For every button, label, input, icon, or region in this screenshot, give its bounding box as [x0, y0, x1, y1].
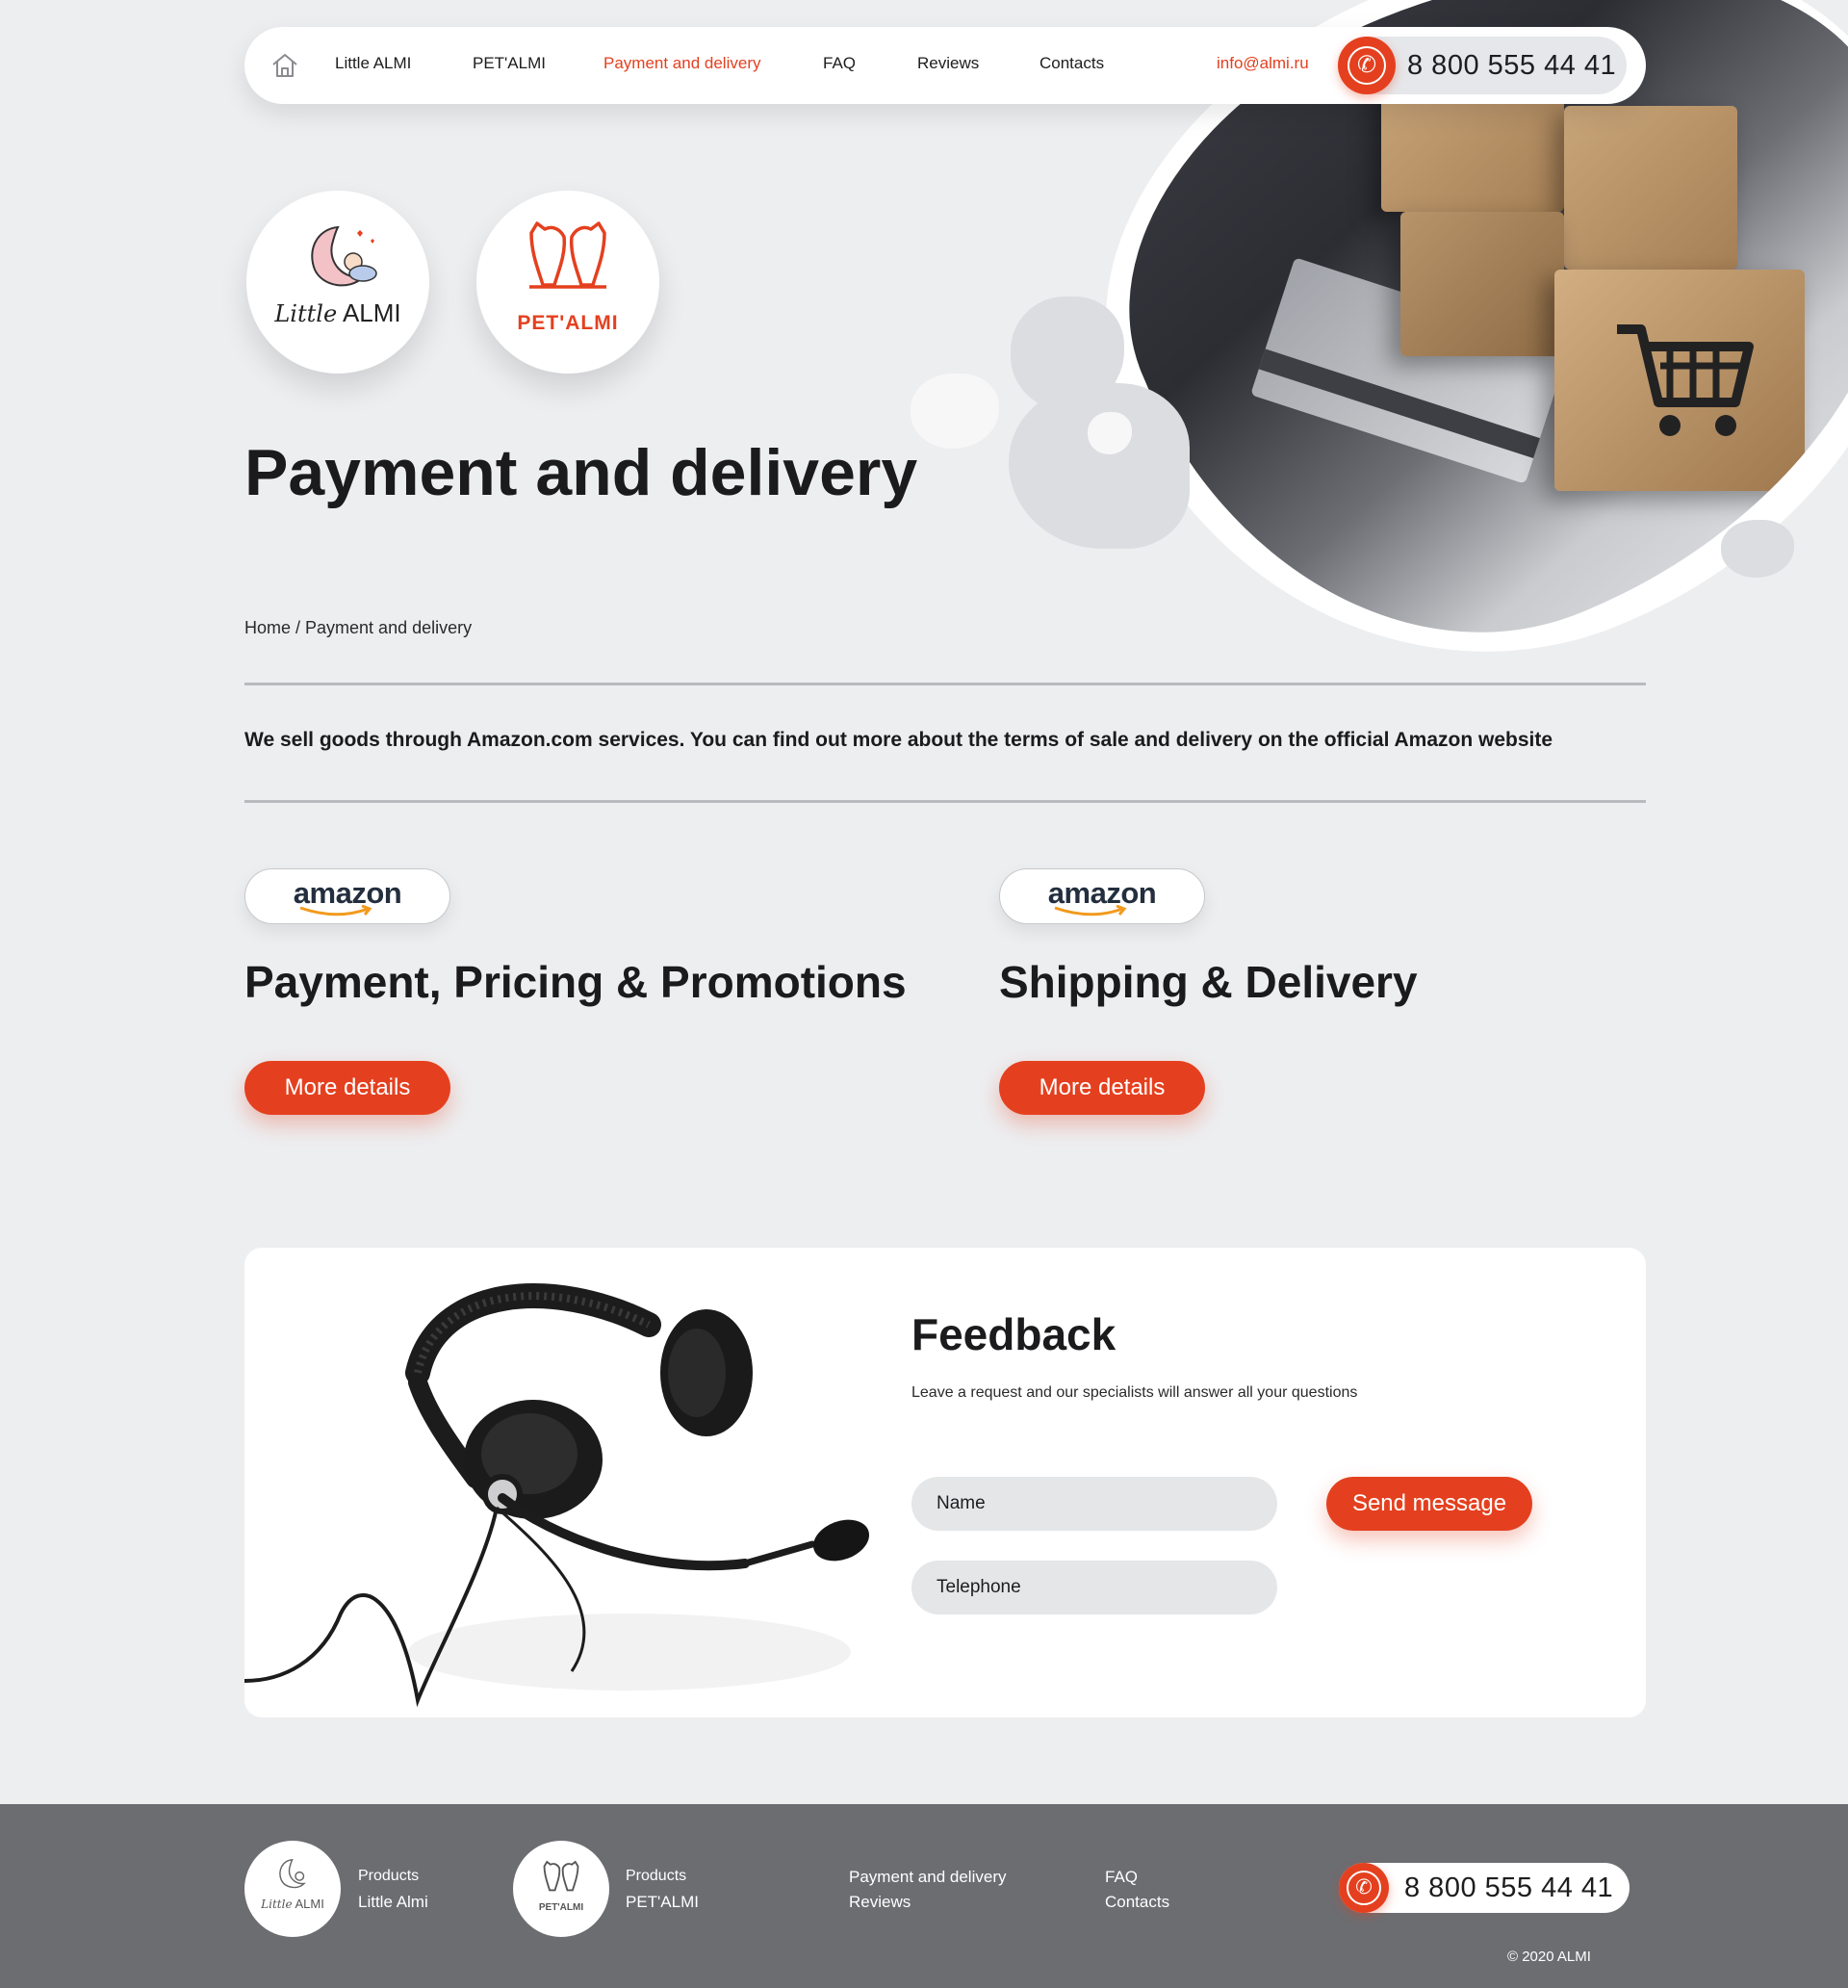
divider: [244, 800, 1646, 803]
intro-text: We sell goods through Amazon.com service…: [244, 729, 1553, 751]
petalmi-logo-text: PET'ALMI: [517, 312, 619, 334]
section-title-shipping: Shipping & Delivery: [999, 957, 1418, 1007]
feedback-card: Feedback Leave a request and our special…: [244, 1248, 1646, 1717]
breadcrumb[interactable]: Home / Payment and delivery: [244, 618, 472, 638]
footer-petalmi-logo-text: PET'ALMI: [538, 1902, 584, 1913]
cat-dog-icon: [529, 221, 606, 289]
footer-phone-number[interactable]: 8 800 555 44 41: [1404, 1872, 1613, 1904]
nav-reviews[interactable]: Reviews: [917, 54, 979, 73]
shopping-cart-icon: [1617, 324, 1755, 437]
email-link[interactable]: info@almi.ru: [1217, 54, 1309, 73]
footer-payment-delivery-link[interactable]: Payment and delivery: [849, 1868, 1006, 1887]
footer-little-almi-logo-text: Little ALMI: [261, 1897, 324, 1911]
footer-faq-link[interactable]: FAQ: [1105, 1868, 1138, 1887]
divider: [244, 683, 1646, 685]
more-details-payment-button[interactable]: More details: [244, 1061, 450, 1115]
amazon-badge: amazon: [244, 868, 450, 924]
amazon-smile-icon: [1054, 905, 1127, 917]
petalmi-logo-link[interactable]: PET'ALMI: [476, 191, 659, 374]
decor-blob: [1009, 383, 1190, 549]
parcel-box: [1564, 106, 1737, 270]
footer: Little ALMI Products Little Almi PET'ALM…: [0, 1804, 1848, 1988]
footer-little-almi-logo[interactable]: Little ALMI: [244, 1841, 341, 1937]
feedback-subtitle: Leave a request and our specialists will…: [911, 1384, 1358, 1401]
top-navigation: Little ALMI PET'ALMI Payment and deliver…: [244, 27, 1646, 104]
little-almi-logo-link[interactable]: Little ALMI: [246, 191, 429, 374]
footer-phone-pill[interactable]: ✆ 8 800 555 44 41: [1339, 1863, 1630, 1913]
telephone-input[interactable]: [911, 1561, 1277, 1614]
phone-number[interactable]: 8 800 555 44 41: [1407, 50, 1616, 82]
nav-little-almi[interactable]: Little ALMI: [335, 54, 411, 73]
nav-faq[interactable]: FAQ: [823, 54, 856, 73]
footer-products-label: Products: [626, 1868, 687, 1884]
headset-image: [244, 1283, 870, 1708]
phone-pill[interactable]: ✆ 8 800 555 44 41: [1338, 37, 1627, 94]
footer-products-label: Products: [358, 1868, 420, 1884]
section-title-payment: Payment, Pricing & Promotions: [244, 957, 907, 1007]
cat-dog-icon: [543, 1860, 579, 1892]
parcel-box: [1554, 270, 1805, 491]
moon-baby-icon: [279, 1858, 306, 1889]
amazon-badge: amazon: [999, 868, 1205, 924]
home-icon[interactable]: [270, 50, 300, 81]
nav-contacts[interactable]: Contacts: [1040, 54, 1104, 73]
footer-reviews-link[interactable]: Reviews: [849, 1893, 911, 1912]
hero-photo-parcels: [1052, 0, 1848, 732]
amazon-smile-icon: [299, 905, 372, 917]
send-message-button[interactable]: Send message: [1326, 1477, 1532, 1531]
parcel-box: [1400, 212, 1564, 356]
nav-petalmi[interactable]: PET'ALMI: [473, 54, 546, 73]
moon-baby-icon: [311, 225, 377, 287]
feedback-title: Feedback: [911, 1309, 1116, 1359]
footer-contacts-link[interactable]: Contacts: [1105, 1893, 1169, 1912]
more-details-shipping-button[interactable]: More details: [999, 1061, 1205, 1115]
footer-petalmi-link[interactable]: PET'ALMI: [626, 1893, 699, 1912]
name-input[interactable]: [911, 1477, 1277, 1531]
footer-petalmi-logo[interactable]: PET'ALMI: [513, 1841, 609, 1937]
phone-icon[interactable]: ✆: [1339, 1863, 1389, 1913]
footer-little-almi-link[interactable]: Little Almi: [358, 1893, 428, 1912]
page-title: Payment and delivery: [244, 436, 918, 509]
decor-blob: [1721, 520, 1794, 578]
little-almi-logo-text: Little ALMI: [274, 298, 401, 327]
phone-icon[interactable]: ✆: [1338, 37, 1396, 94]
copyright: © 2020 ALMI: [1507, 1949, 1591, 1965]
nav-payment-delivery[interactable]: Payment and delivery: [603, 54, 760, 73]
decor-blob: [911, 374, 999, 449]
